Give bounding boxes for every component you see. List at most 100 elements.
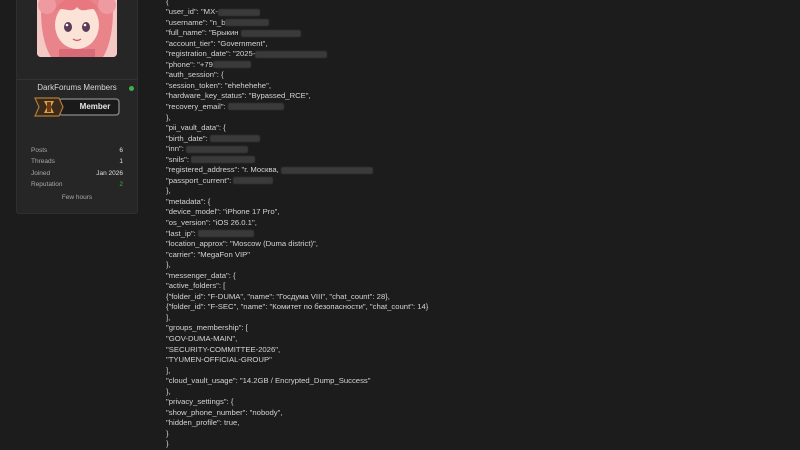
avatar[interactable]	[37, 0, 117, 57]
code-line: "location_approx": "Moscow (Duma distric…	[166, 239, 786, 250]
code-line: },	[166, 113, 786, 124]
member-badge: Member	[33, 96, 121, 118]
post-code-block: {"user_id": "MX- "username": "n_b "full_na…	[166, 0, 786, 450]
code-line: "show_phone_number": "nobody",	[166, 408, 786, 419]
stat-value[interactable]: 6	[119, 145, 123, 156]
code-line-text: },	[166, 112, 171, 122]
stat-value[interactable]: 1	[119, 156, 123, 167]
redacted-blur	[255, 50, 328, 58]
stat-posts: Posts 6	[31, 145, 123, 156]
code-line-text: "active_folders": [	[166, 281, 226, 291]
code-line: "privacy_settings": {	[166, 397, 786, 408]
code-line: "pii_vault_data": {	[166, 123, 786, 134]
redacted-blur	[209, 135, 260, 143]
code-line-text: "auth_session": {	[166, 70, 224, 80]
stat-label: Reputation	[31, 181, 63, 189]
code-line-text: "last_ip":	[166, 228, 198, 238]
user-info-panel: DarkForums Members Member Posts 6 Thread…	[16, 0, 138, 214]
stat-reputation: Reputation 2	[31, 179, 123, 190]
code-line-text: {"folder_id": "F-SEC", "name": "Комитет …	[166, 302, 429, 312]
code-line-text: "registration_date": "2025-	[166, 49, 256, 59]
code-line-text: ],	[166, 365, 171, 375]
code-line: ],	[166, 366, 786, 377]
code-line-text: }	[166, 439, 169, 449]
code-line: "SECURITY-COMMITTEE-2026",	[166, 345, 786, 356]
stat-label: Threads	[31, 158, 55, 166]
redacted-blur	[212, 61, 251, 69]
code-line-text: "show_phone_number": "nobody",	[166, 407, 283, 417]
code-line: "username": "n_b	[166, 18, 786, 29]
code-line-text: "carrier": "MegaFon VIP"	[166, 249, 250, 259]
stat-label: Posts	[31, 147, 48, 154]
code-line: "hardware_key_status": "Bypassed_RCE",	[166, 91, 786, 102]
code-line-text: "pii_vault_data": {	[166, 123, 226, 133]
code-line: "snils":	[166, 155, 786, 166]
code-line: "phone": "+79	[166, 60, 786, 71]
stat-value[interactable]: 2	[119, 179, 123, 190]
stat-joined: Joined Jan 2026	[31, 168, 123, 179]
user-group-label: DarkForums Members	[37, 83, 117, 92]
online-status-icon	[129, 86, 134, 91]
redacted-blur	[227, 103, 284, 111]
redacted-blur	[186, 145, 248, 153]
redacted-blur	[240, 29, 301, 37]
code-line-text: },	[166, 386, 171, 396]
redacted-blur	[280, 166, 373, 174]
code-line: "registered_address": "г. Москва,	[166, 165, 786, 176]
code-line: "os_version": "iOS 26.0.1",	[166, 218, 786, 229]
code-line-text: "hardware_key_status": "Bypassed_RCE",	[166, 91, 311, 101]
code-line-text: "account_tier": "Government",	[166, 38, 268, 48]
last-seen: Few hours	[61, 194, 93, 201]
code-line: "TYUMEN-OFFICIAL-GROUP"	[166, 355, 786, 366]
code-line: "user_id": "MX-	[166, 7, 786, 18]
code-line: "metadata": {	[166, 197, 786, 208]
code-line: "cloud_vault_usage": "14.2GB / Encrypted…	[166, 376, 786, 387]
code-line: },	[166, 387, 786, 398]
code-line: "messenger_data": {	[166, 271, 786, 282]
code-line-text: },	[166, 186, 171, 196]
code-line: "auth_session": {	[166, 70, 786, 81]
code-line-text: "TYUMEN-OFFICIAL-GROUP"	[166, 355, 272, 365]
divider	[17, 79, 137, 80]
code-line-text: "privacy_settings": {	[166, 397, 234, 407]
code-line: {"folder_id": "F-DUMA", "name": "Госдума…	[166, 292, 786, 303]
redacted-blur	[217, 8, 260, 16]
code-line-text: "snils":	[166, 154, 192, 164]
code-line-text: "full_name": "Брыкин	[166, 28, 241, 38]
code-line: }	[166, 439, 786, 450]
stat-threads: Threads 1	[31, 156, 123, 167]
code-line: }	[166, 429, 786, 440]
code-line-text: "cloud_vault_usage": "14.2GB / Encrypted…	[166, 376, 371, 386]
code-line-text: "user_id": "MX-	[166, 7, 218, 17]
code-line-text: ],	[166, 312, 171, 322]
code-line: "last_ip":	[166, 229, 786, 240]
code-line-text: "messenger_data": {	[166, 270, 236, 280]
code-line: "full_name": "Брыкин	[166, 28, 786, 39]
code-line-text: "location_approx": "Moscow (Duma distric…	[166, 239, 318, 249]
redacted-blur	[191, 156, 256, 164]
anime-avatar-image	[37, 0, 117, 57]
code-line-text: "os_version": "iOS 26.0.1",	[166, 217, 257, 227]
code-line-text: "device_model": "iPhone 17 Pro",	[166, 207, 280, 217]
code-line: "active_folders": [	[166, 281, 786, 292]
code-line: {"folder_id": "F-SEC", "name": "Комитет …	[166, 302, 786, 313]
stat-label: Joined	[31, 169, 51, 177]
redacted-blur	[197, 230, 254, 237]
code-line-text: "session_token": "ehehehehe",	[166, 80, 271, 90]
code-line: "registration_date": "2025-	[166, 49, 786, 60]
code-line-text: "passport_current":	[166, 175, 234, 185]
code-line: "groups_membership": [	[166, 323, 786, 334]
code-line-text: }	[166, 428, 169, 438]
code-line: "inn":	[166, 144, 786, 155]
code-line: "carrier": "MegaFon VIP"	[166, 250, 786, 261]
code-line: {	[166, 0, 786, 7]
code-line-text: "birth_date":	[166, 133, 210, 143]
code-line-text: "phone": "+79	[166, 59, 213, 69]
member-badge-label: Member	[79, 102, 111, 111]
user-stats: Posts 6 Threads 1 Joined Jan 2026 Reputa…	[31, 145, 123, 191]
stat-value: Jan 2026	[96, 169, 123, 177]
code-line-text: {	[166, 0, 169, 6]
code-line: "recovery_email":	[166, 102, 786, 113]
code-line: },	[166, 186, 786, 197]
code-line-text: "inn":	[166, 144, 186, 154]
